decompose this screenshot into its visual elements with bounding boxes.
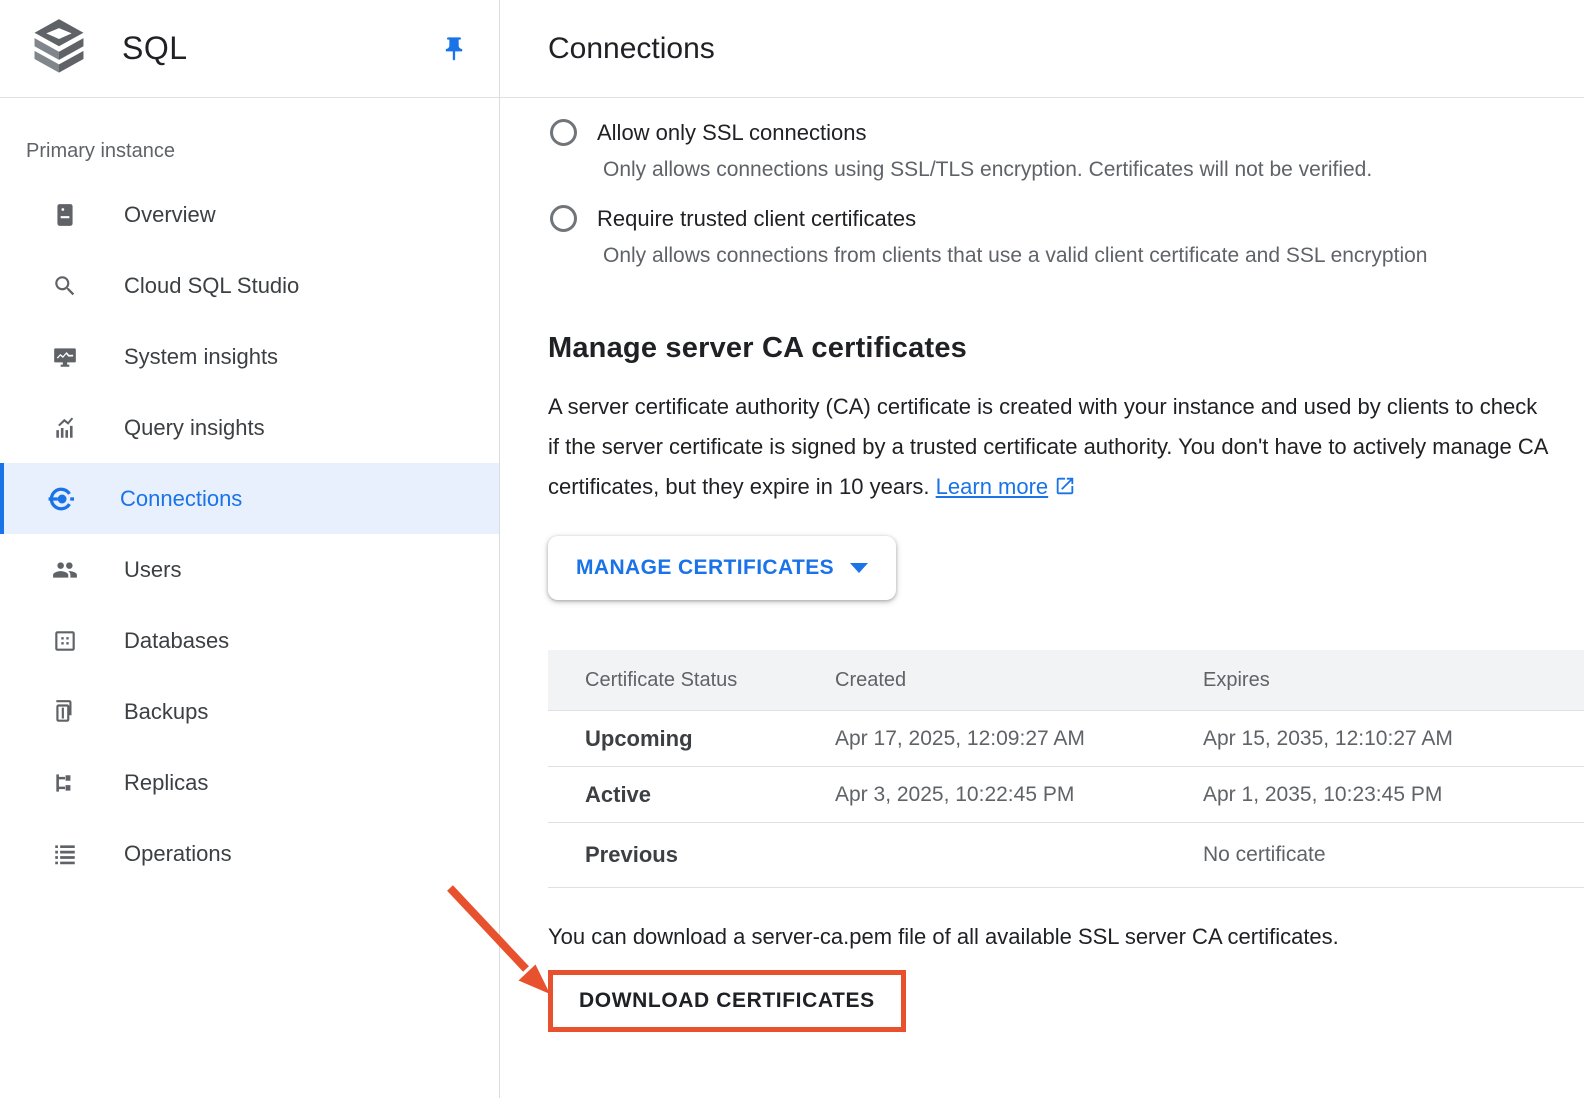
sidebar-header: SQL — [0, 0, 499, 98]
radio-label[interactable]: Require trusted client certificates — [597, 206, 916, 232]
cert-expires: Apr 1, 2035, 10:23:45 PM — [1203, 783, 1584, 807]
section-title: Manage server CA certificates — [548, 332, 1584, 365]
external-link-icon — [1054, 470, 1076, 510]
sidebar-section-label: Primary instance — [26, 140, 499, 163]
radio-description: Only allows connections using SSL/TLS en… — [603, 158, 1584, 182]
cert-status: Upcoming — [585, 726, 835, 752]
system-insights-icon — [52, 344, 78, 370]
cert-status: Active — [585, 782, 835, 808]
sidebar-item-overview[interactable]: Overview — [0, 179, 499, 250]
cert-created: Apr 3, 2025, 10:22:45 PM — [835, 783, 1203, 807]
sidebar-item-connections[interactable]: Connections — [0, 463, 499, 534]
sidebar-item-label: Databases — [124, 628, 229, 654]
page-title: Connections — [548, 32, 715, 66]
sidebar-item-replicas[interactable]: Replicas — [0, 747, 499, 818]
connections-icon — [48, 486, 74, 512]
learn-more-link[interactable]: Learn more — [936, 474, 1077, 499]
sidebar-item-databases[interactable]: Databases — [0, 605, 499, 676]
search-icon — [52, 273, 78, 299]
cloud-sql-logo-icon — [30, 18, 88, 80]
main-panel: Connections Allow only SSL connections O… — [500, 0, 1584, 1098]
sidebar-nav: Overview Cloud SQL Studio System insight… — [0, 179, 499, 889]
table-row: Active Apr 3, 2025, 10:22:45 PM Apr 1, 2… — [548, 766, 1584, 822]
sidebar-item-backups[interactable]: Backups — [0, 676, 499, 747]
sidebar-item-system-insights[interactable]: System insights — [0, 321, 499, 392]
chevron-down-icon — [850, 563, 868, 573]
column-header-status: Certificate Status — [585, 669, 835, 692]
databases-icon — [52, 628, 78, 654]
sidebar-item-query-insights[interactable]: Query insights — [0, 392, 499, 463]
manage-certificates-label: MANAGE CERTIFICATES — [576, 556, 834, 580]
table-row: Previous No certificate — [548, 822, 1584, 888]
radio-require-trusted-certs[interactable] — [550, 205, 577, 232]
pin-icon[interactable] — [439, 34, 469, 64]
ssl-option-allow-only-ssl: Allow only SSL connections — [500, 119, 1584, 146]
certificates-table: Certificate Status Created Expires Upcom… — [548, 650, 1584, 888]
sidebar-item-users[interactable]: Users — [0, 534, 499, 605]
sidebar-item-cloud-sql-studio[interactable]: Cloud SQL Studio — [0, 250, 499, 321]
radio-allow-only-ssl[interactable] — [550, 119, 577, 146]
radio-description: Only allows connections from clients tha… — [603, 244, 1584, 268]
cert-expires: Apr 15, 2035, 12:10:27 AM — [1203, 727, 1584, 751]
column-header-created: Created — [835, 669, 1203, 692]
sidebar-item-label: Operations — [124, 841, 232, 867]
query-insights-icon — [52, 415, 78, 441]
sidebar: SQL Primary instance Overview Cloud SQL … — [0, 0, 500, 1098]
sidebar-item-label: Backups — [124, 699, 208, 725]
main-header: Connections — [500, 0, 1584, 98]
ssl-options: Allow only SSL connections Only allows c… — [500, 98, 1584, 268]
sidebar-item-label: Connections — [120, 486, 242, 512]
operations-icon — [52, 841, 78, 867]
sidebar-item-label: Query insights — [124, 415, 265, 441]
manage-certificates-button[interactable]: MANAGE CERTIFICATES — [548, 536, 896, 600]
ssl-option-require-trusted-certs: Require trusted client certificates — [500, 205, 1584, 232]
radio-label[interactable]: Allow only SSL connections — [597, 120, 866, 146]
section-body: A server certificate authority (CA) cert… — [548, 387, 1548, 510]
sidebar-item-operations[interactable]: Operations — [0, 818, 499, 889]
replicas-icon — [52, 770, 78, 796]
sidebar-item-label: Replicas — [124, 770, 208, 796]
cert-expires: No certificate — [1203, 843, 1584, 867]
download-certificates-button[interactable]: DOWNLOAD CERTIFICATES — [553, 975, 901, 1027]
app-title: SQL — [122, 30, 188, 67]
download-info-text: You can download a server-ca.pem file of… — [548, 924, 1584, 950]
learn-more-label: Learn more — [936, 474, 1049, 499]
overview-icon — [52, 202, 78, 228]
table-header-row: Certificate Status Created Expires — [548, 650, 1584, 710]
users-icon — [52, 557, 78, 583]
table-row: Upcoming Apr 17, 2025, 12:09:27 AM Apr 1… — [548, 710, 1584, 766]
cert-created: Apr 17, 2025, 12:09:27 AM — [835, 727, 1203, 751]
backups-icon — [52, 699, 78, 725]
column-header-expires: Expires — [1203, 669, 1584, 692]
sidebar-item-label: Cloud SQL Studio — [124, 273, 299, 299]
annotation-box: DOWNLOAD CERTIFICATES — [548, 970, 906, 1032]
sidebar-item-label: Overview — [124, 202, 216, 228]
sidebar-item-label: Users — [124, 557, 181, 583]
cert-status: Previous — [585, 842, 835, 868]
sidebar-item-label: System insights — [124, 344, 278, 370]
